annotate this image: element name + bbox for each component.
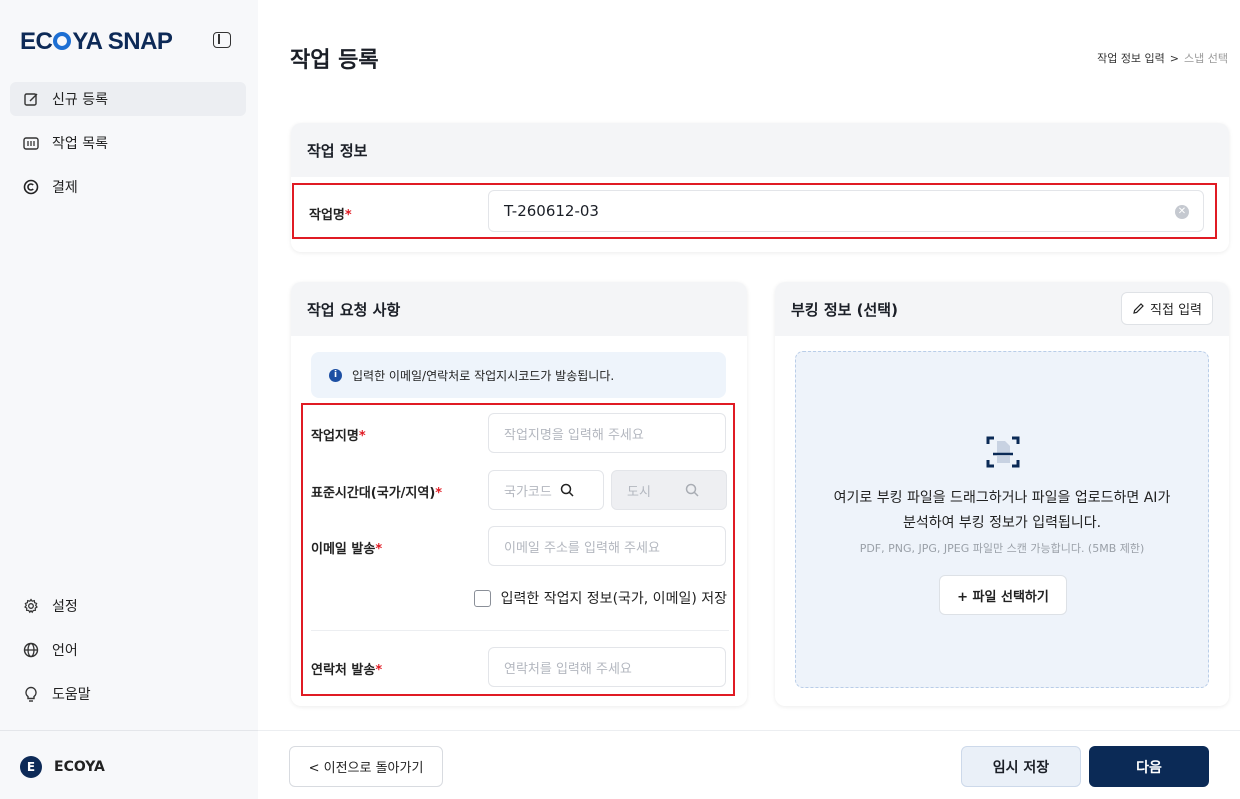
main-content: 작업 등록 작업 정보 입력 > 스냅 선택 작업 정보 작업명* T-260612… bbox=[258, 0, 1240, 799]
user-name: ECOYA bbox=[54, 759, 105, 775]
copyright-icon bbox=[22, 178, 40, 196]
back-button[interactable]: < 이전으로 돌아가기 bbox=[289, 746, 443, 787]
save-info-checkbox-row[interactable]: 입력한 작업지 정보(국가, 이메일) 저장 bbox=[473, 588, 727, 608]
breadcrumb: 작업 정보 입력 > 스냅 선택 bbox=[1097, 50, 1228, 66]
sidebar-item-label: 설정 bbox=[52, 599, 78, 615]
sidebar-item-payment[interactable]: 결제 bbox=[10, 170, 246, 204]
job-info-title: 작업 정보 bbox=[291, 123, 1229, 177]
avatar: E bbox=[20, 756, 42, 778]
temp-save-button[interactable]: 임시 저장 bbox=[961, 746, 1081, 787]
email-label: 이메일 발송* bbox=[311, 542, 383, 557]
timezone-label: 표준시간대(국가/지역)* bbox=[311, 486, 443, 501]
save-info-checkbox[interactable] bbox=[473, 589, 491, 607]
logo[interactable]: EC YA SNAP bbox=[20, 28, 173, 56]
dropzone-text-line2: 분석하여 부킹 정보가 입력됩니다. bbox=[902, 515, 1102, 531]
sidebar-item-label: 언어 bbox=[52, 643, 78, 659]
clear-icon[interactable]: ✕ bbox=[1175, 205, 1189, 219]
info-banner: i 입력한 이메일/연락처로 작업지시코드가 발송됩니다. bbox=[311, 352, 726, 398]
sidebar-item-label: 작업 목록 bbox=[52, 136, 108, 152]
gear-icon bbox=[22, 597, 40, 615]
site-label: 작업지명* bbox=[311, 429, 366, 444]
email-input[interactable]: 이메일 주소를 입력해 주세요 bbox=[488, 526, 726, 566]
breadcrumb-step-snap: 스냅 선택 bbox=[1184, 52, 1228, 65]
globe-icon bbox=[22, 641, 40, 659]
direct-input-button[interactable]: 직접 입력 bbox=[1121, 292, 1213, 325]
edit-icon bbox=[22, 90, 40, 108]
row-divider bbox=[311, 630, 729, 631]
request-title: 작업 요청 사항 bbox=[291, 282, 747, 336]
file-dropzone[interactable]: 여기로 부킹 파일을 드래그하거나 파일을 업로드하면 AI가 분석하여 부킹 … bbox=[795, 351, 1209, 688]
request-card: 작업 요청 사항 i 입력한 이메일/연락처로 작업지시코드가 발송됩니다. 작… bbox=[291, 282, 747, 706]
save-info-label: 입력한 작업지 정보(국가, 이메일) 저장 bbox=[500, 591, 727, 607]
sidebar-item-label: 도움말 bbox=[52, 687, 91, 703]
booking-card: 부킹 정보 (선택) 직접 입력 여기로 부킹 파일을 드래그하거나 파일을 업… bbox=[775, 282, 1229, 706]
breadcrumb-separator: > bbox=[1169, 52, 1180, 65]
contact-label: 연락처 발송* bbox=[311, 663, 383, 678]
sidebar-item-label: 결제 bbox=[52, 180, 78, 196]
sidebar: EC YA SNAP 신규 등록 작업 목록 결제 설정 언어 도움말 E EC… bbox=[0, 0, 258, 799]
breadcrumb-step-info: 작업 정보 입력 bbox=[1097, 52, 1165, 65]
user-profile[interactable]: E ECOYA bbox=[20, 756, 105, 778]
list-icon bbox=[22, 134, 40, 152]
sidebar-collapse-icon[interactable] bbox=[213, 32, 231, 48]
pencil-icon bbox=[1133, 303, 1144, 314]
dropzone-subtext: PDF, PNG, JPG, JPEG 파일만 스캔 가능합니다. (5MB 제… bbox=[859, 542, 1145, 555]
info-text: 입력한 이메일/연락처로 작업지시코드가 발송됩니다. bbox=[352, 368, 615, 383]
sidebar-item-settings[interactable]: 설정 bbox=[10, 589, 246, 623]
sidebar-item-list[interactable]: 작업 목록 bbox=[10, 126, 246, 160]
info-icon: i bbox=[329, 368, 342, 382]
next-button[interactable]: 다음 bbox=[1089, 746, 1209, 787]
page-title: 작업 등록 bbox=[290, 48, 379, 73]
search-icon bbox=[685, 483, 699, 497]
document-scan-icon bbox=[986, 436, 1020, 468]
country-code-input[interactable]: 국가코드 bbox=[488, 470, 604, 510]
job-name-input[interactable]: T-260612-03 ✕ bbox=[488, 190, 1204, 232]
city-input[interactable]: 도시 bbox=[611, 470, 727, 510]
sidebar-item-label: 신규 등록 bbox=[52, 92, 108, 108]
select-file-button[interactable]: + 파일 선택하기 bbox=[939, 575, 1067, 615]
contact-input[interactable]: 연락처를 입력해 주세요 bbox=[488, 647, 726, 687]
job-info-card: 작업 정보 작업명* T-260612-03 ✕ bbox=[291, 123, 1229, 252]
logo-o-mark bbox=[53, 32, 72, 50]
job-name-label: 작업명* bbox=[309, 208, 352, 223]
sidebar-item-help[interactable]: 도움말 bbox=[10, 677, 246, 711]
sidebar-divider bbox=[0, 730, 258, 731]
job-name-value: T-260612-03 bbox=[504, 202, 599, 220]
search-icon bbox=[560, 483, 574, 497]
footer-divider bbox=[258, 730, 1240, 731]
dropzone-text-line1: 여기로 부킹 파일을 드래그하거나 파일을 업로드하면 AI가 bbox=[833, 490, 1171, 506]
sidebar-item-language[interactable]: 언어 bbox=[10, 633, 246, 667]
sidebar-item-new[interactable]: 신규 등록 bbox=[10, 82, 246, 116]
lightbulb-icon bbox=[22, 685, 40, 703]
site-input[interactable]: 작업지명을 입력해 주세요 bbox=[488, 413, 726, 453]
